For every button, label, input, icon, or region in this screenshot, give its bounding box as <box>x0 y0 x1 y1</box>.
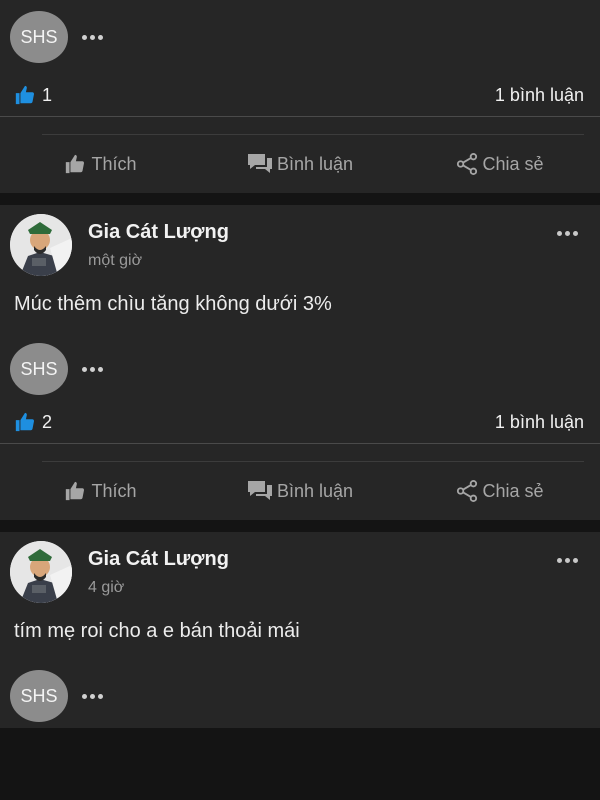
author-meta: Gia Cát Lượng 4 giờ <box>88 548 229 597</box>
post-text: Múc thêm chìu tăng không dưới 3% <box>14 293 332 315</box>
author-name[interactable]: Gia Cát Lượng <box>88 548 229 571</box>
stats-row: 2 1 bình luận <box>0 401 600 444</box>
post-options-icon[interactable] <box>557 231 578 236</box>
author-name[interactable]: Gia Cát Lượng <box>88 221 229 244</box>
like-label: Thích <box>91 153 137 174</box>
comment-button[interactable]: Bình luận <box>200 153 400 175</box>
shs-avatar[interactable]: SHS <box>10 670 68 722</box>
author-meta: Gia Cát Lượng một giờ <box>88 221 229 270</box>
comment-icon <box>247 154 272 173</box>
thumbs-up-icon <box>66 154 85 174</box>
action-bar: Thích Bình luận Chia sẻ <box>0 462 600 520</box>
card-gap <box>0 520 600 532</box>
like-count[interactable]: 2 <box>14 411 52 433</box>
author-avatar[interactable] <box>10 214 72 276</box>
share-icon <box>457 480 478 502</box>
post-header: Gia Cát Lượng 4 giờ <box>0 532 600 612</box>
comment-label: Bình luận <box>276 480 354 501</box>
post-time[interactable]: 4 giờ <box>88 579 229 597</box>
shs-avatar[interactable]: SHS <box>10 343 68 395</box>
comment-icon <box>247 481 272 500</box>
comment-label: Bình luận <box>276 153 354 174</box>
card-gap <box>0 193 600 205</box>
post-header: Gia Cát Lượng một giờ <box>0 205 600 285</box>
more-options-icon[interactable] <box>82 366 103 372</box>
like-count-value: 1 <box>42 84 53 105</box>
avatar-portrait <box>10 541 72 603</box>
share-label: Chia sẻ <box>482 480 544 501</box>
shs-avatar[interactable]: SHS <box>10 11 68 63</box>
post-time[interactable]: một giờ <box>88 252 229 270</box>
more-options-icon[interactable] <box>82 693 103 699</box>
share-label: Chia sẻ <box>482 153 544 174</box>
shs-row: SHS <box>0 664 600 728</box>
action-bar: Thích Bình luận Chia sẻ <box>0 135 600 193</box>
stats-row: 1 1 bình luận <box>0 74 600 117</box>
post-card: Gia Cát Lượng một giờ Múc thêm chìu tăng… <box>0 205 600 520</box>
like-count[interactable]: 1 <box>14 84 52 106</box>
like-count-value: 2 <box>42 411 53 432</box>
comment-count[interactable]: 1 bình luận <box>495 412 584 433</box>
more-options-icon[interactable] <box>82 34 103 40</box>
avatar-portrait <box>10 214 72 276</box>
author-avatar[interactable] <box>10 541 72 603</box>
share-button[interactable]: Chia sẻ <box>400 153 600 175</box>
divider <box>42 117 584 135</box>
share-icon <box>457 153 478 175</box>
post-card-top: SHS 1 1 bình luận Thích Bình luận Chia s… <box>0 0 600 193</box>
post-text: tím mẹ roi cho a e bán thoải mái <box>14 620 300 642</box>
like-button[interactable]: Thích <box>0 480 200 502</box>
post-card: Gia Cát Lượng 4 giờ tím mẹ roi cho a e b… <box>0 532 600 728</box>
like-button[interactable]: Thích <box>0 153 200 175</box>
post-options-icon[interactable] <box>557 558 578 563</box>
shs-row: SHS <box>0 337 600 401</box>
like-icon <box>15 85 35 105</box>
thumbs-up-icon <box>66 481 85 501</box>
share-button[interactable]: Chia sẻ <box>400 480 600 502</box>
divider <box>42 444 584 462</box>
like-icon <box>15 412 35 432</box>
comment-button[interactable]: Bình luận <box>200 480 400 502</box>
comment-count[interactable]: 1 bình luận <box>495 85 584 106</box>
shs-row: SHS <box>0 0 600 74</box>
like-label: Thích <box>91 480 137 501</box>
